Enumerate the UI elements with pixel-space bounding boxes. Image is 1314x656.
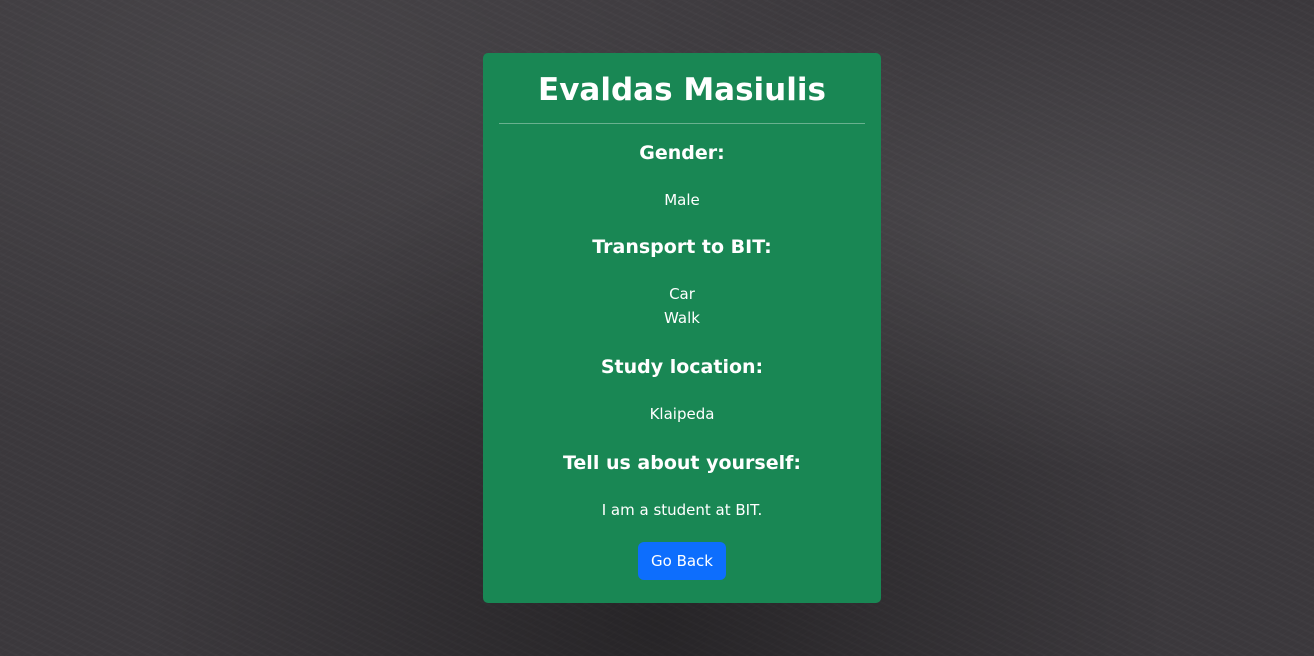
profile-card: Evaldas Masiulis Gender: Male Transport …: [483, 53, 881, 603]
gender-values: Male: [499, 188, 865, 212]
transport-value-car: Car: [669, 285, 695, 303]
go-back-button[interactable]: Go Back: [638, 542, 726, 580]
about-heading: Tell us about yourself:: [562, 452, 802, 474]
gender-heading: Gender:: [639, 142, 725, 164]
study-location-value: Klaipeda: [649, 405, 715, 423]
divider: [499, 123, 865, 124]
study-location-heading: Study location:: [600, 356, 764, 378]
transport-heading: Transport to BIT:: [592, 236, 772, 258]
about-value: I am a student at BIT.: [601, 501, 763, 519]
transport-value-walk: Walk: [664, 309, 700, 327]
transport-values: Car Walk: [499, 282, 865, 330]
study-location-values: Klaipeda: [499, 402, 865, 426]
gender-value: Male: [664, 191, 700, 209]
about-values: I am a student at BIT.: [499, 498, 865, 522]
profile-name: Evaldas Masiulis: [538, 72, 826, 108]
